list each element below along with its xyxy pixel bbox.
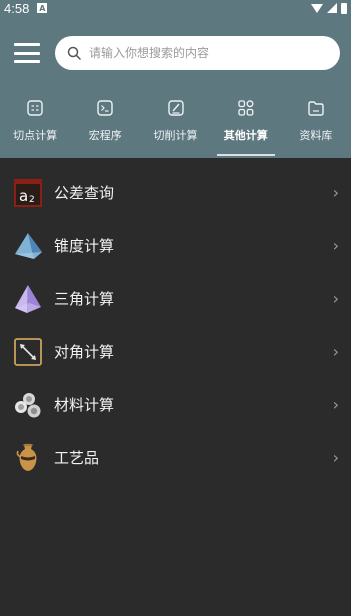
search-bar[interactable] bbox=[55, 36, 340, 70]
chevron-right-icon: › bbox=[332, 236, 339, 255]
hamburger-line bbox=[14, 51, 40, 55]
tab-cutting[interactable]: 切削计算 bbox=[140, 92, 210, 158]
svg-text:2: 2 bbox=[29, 195, 35, 205]
search-icon bbox=[67, 46, 81, 60]
calculator-icon bbox=[27, 100, 43, 116]
material-pipes-icon bbox=[15, 392, 41, 417]
notification-icon: A bbox=[37, 3, 48, 13]
wifi-icon bbox=[311, 3, 323, 13]
list-item-tolerance[interactable]: a 2 公差查询 › bbox=[0, 166, 351, 219]
tab-label: 宏程序 bbox=[88, 129, 122, 142]
chevron-right-icon: › bbox=[332, 395, 339, 414]
list-item-material[interactable]: 材料计算 › bbox=[0, 378, 351, 431]
terminal-icon bbox=[97, 100, 113, 116]
item-label: 三角计算 bbox=[54, 290, 115, 308]
item-label: 锥度计算 bbox=[54, 237, 115, 255]
pyramid-icon bbox=[15, 284, 41, 313]
tab-cut-point[interactable]: 切点计算 bbox=[0, 92, 70, 158]
hamburger-line bbox=[14, 60, 40, 63]
hamburger-line bbox=[14, 43, 40, 46]
status-time: 4:58 bbox=[4, 0, 30, 16]
chevron-right-icon: › bbox=[332, 289, 339, 308]
header: 4:58 A 切点计算 bbox=[0, 0, 351, 158]
search-input[interactable] bbox=[89, 46, 309, 60]
status-bar: 4:58 A bbox=[0, 0, 351, 16]
edit-note-icon bbox=[167, 100, 184, 116]
tab-other[interactable]: 其他计算 bbox=[211, 92, 281, 158]
item-label: 公差查询 bbox=[54, 184, 115, 202]
tab-library[interactable]: 资料库 bbox=[281, 92, 351, 158]
chevron-right-icon: › bbox=[332, 183, 339, 202]
tab-label: 切削计算 bbox=[153, 129, 198, 142]
tab-label: 切点计算 bbox=[13, 129, 58, 142]
folder-icon bbox=[308, 101, 324, 116]
list-item-craft[interactable]: 工艺品 › bbox=[0, 431, 351, 484]
tab-macro[interactable]: 宏程序 bbox=[70, 92, 140, 158]
diagonal-icon bbox=[14, 337, 42, 366]
cone-icon bbox=[15, 232, 42, 259]
feature-list: a 2 公差查询 › 锥度计算 › 三角计算 › 对角计算 › 材料计算 › 工… bbox=[0, 166, 351, 484]
item-label: 对角计算 bbox=[54, 343, 115, 361]
tab-bar: 切点计算 宏程序 切削计算 其他计算 资料库 bbox=[0, 92, 351, 158]
list-item-diagonal[interactable]: 对角计算 › bbox=[0, 325, 351, 378]
chevron-right-icon: › bbox=[332, 342, 339, 361]
menu-button[interactable] bbox=[14, 40, 40, 66]
svg-text:a: a bbox=[19, 187, 28, 205]
status-indicators bbox=[311, 2, 347, 14]
chevron-right-icon: › bbox=[332, 448, 339, 467]
battery-icon bbox=[341, 2, 347, 14]
list-item-triangle[interactable]: 三角计算 › bbox=[0, 272, 351, 325]
list-item-taper[interactable]: 锥度计算 › bbox=[0, 219, 351, 272]
vase-icon bbox=[16, 443, 37, 471]
tolerance-icon: a 2 bbox=[14, 178, 42, 207]
tab-label: 其他计算 bbox=[223, 129, 268, 142]
item-label: 材料计算 bbox=[54, 396, 115, 414]
tab-label: 资料库 bbox=[299, 129, 333, 142]
item-label: 工艺品 bbox=[54, 449, 100, 467]
grid-icon bbox=[238, 100, 254, 116]
signal-icon bbox=[327, 3, 337, 13]
